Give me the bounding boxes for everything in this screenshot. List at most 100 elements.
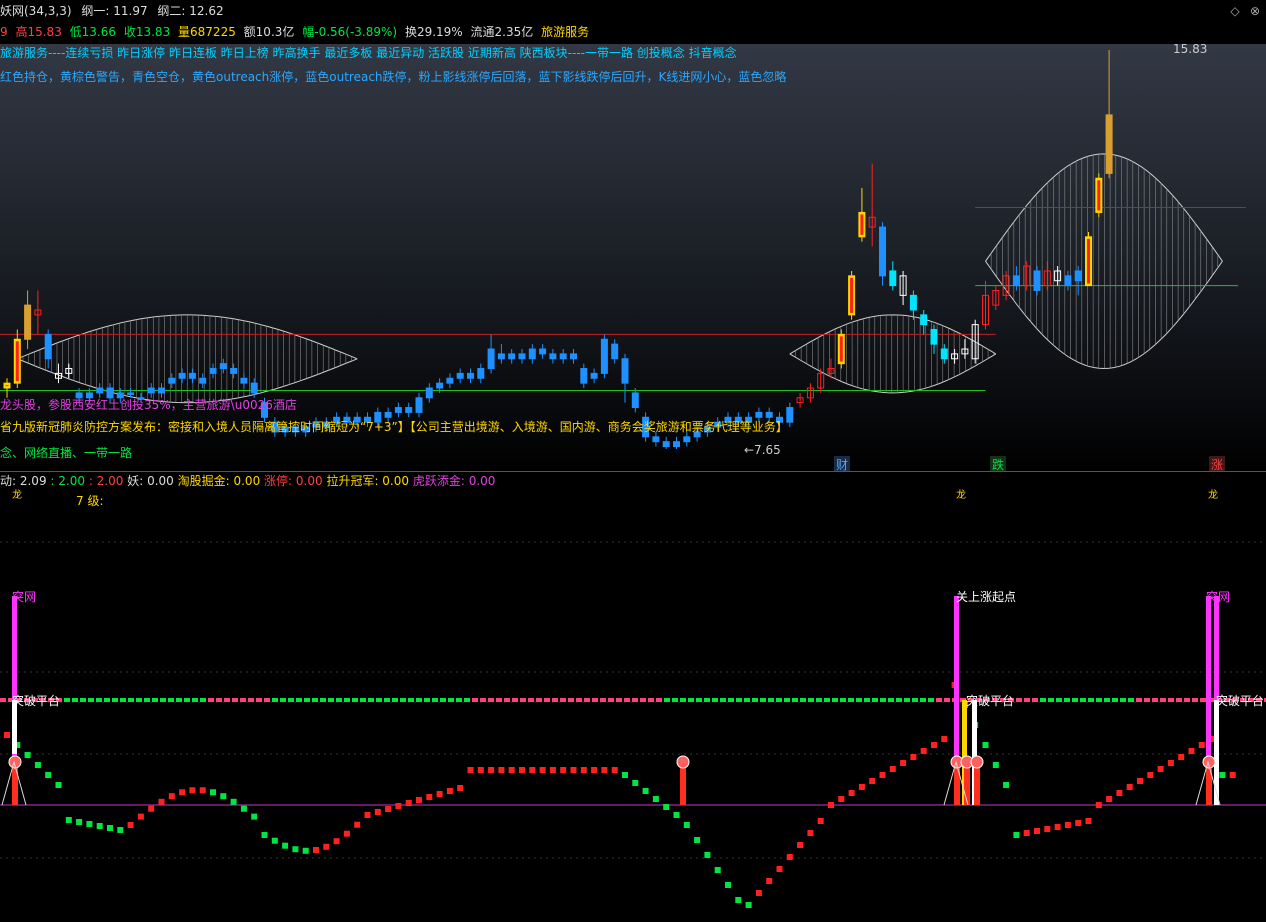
osc-bar — [673, 812, 680, 818]
platform-segment — [856, 698, 862, 702]
platform-segment — [536, 698, 542, 702]
platform-segment — [1184, 698, 1190, 702]
platform-segment — [528, 698, 534, 702]
platform-segment — [928, 698, 934, 702]
gang1-value: 纲一: 11.97 — [81, 4, 148, 18]
platform-segment — [672, 698, 678, 702]
osc-bar — [65, 817, 72, 823]
platform-segment — [200, 698, 206, 702]
platform-segment — [1096, 698, 1102, 702]
candle — [889, 270, 897, 287]
pin-stem — [12, 764, 18, 805]
candle — [497, 353, 505, 360]
osc-bar — [1106, 796, 1113, 802]
platform-segment — [80, 698, 86, 702]
platform-segment — [192, 698, 198, 702]
osc-bar — [477, 767, 484, 773]
platform-segment — [144, 698, 150, 702]
platform-segment — [488, 698, 494, 702]
tupo-label-2: 突破平台 — [966, 694, 1015, 708]
dong-value: 动: 2.09 — [0, 474, 47, 488]
candle — [158, 387, 165, 394]
platform-segment — [496, 698, 502, 702]
yao-value: 妖: 0.00 — [127, 474, 174, 488]
platform-segment — [1080, 698, 1086, 702]
osc-bar — [776, 866, 783, 872]
platform-segment — [96, 698, 102, 702]
indicator-title: 妖网(34,3,3) — [0, 4, 72, 18]
indicator-panel[interactable]: 动: 2.09 : 2.00 : 2.00 妖: 0.00 淘股掘金: 0.00… — [0, 472, 1266, 922]
candle — [621, 358, 629, 384]
platform-segment — [640, 698, 646, 702]
osc-bar — [838, 796, 845, 802]
osc-bar — [137, 813, 144, 820]
platform-segment — [272, 698, 278, 702]
candle — [425, 387, 433, 399]
tuwang-label-2: 突网 — [1206, 590, 1231, 604]
platform-segment — [72, 698, 78, 702]
platform-segment — [584, 698, 590, 702]
candle — [528, 348, 536, 360]
platform-segment — [896, 698, 902, 702]
osc-bar — [1137, 778, 1143, 784]
platform-segment — [136, 698, 142, 702]
platform-segment — [872, 698, 878, 702]
osc-bar — [498, 767, 505, 773]
platform-segment — [160, 698, 166, 702]
long-mark-3: 龙 — [1208, 490, 1218, 501]
osc-bar — [76, 819, 83, 825]
platform-segment — [344, 698, 350, 702]
osc-bar — [45, 772, 52, 778]
osc-bar — [560, 767, 567, 773]
osc-bar — [343, 830, 350, 837]
platform-segment — [416, 698, 422, 702]
platform-segment — [248, 698, 254, 702]
osc-bar — [683, 822, 690, 828]
candle — [199, 377, 207, 384]
platform-segment — [912, 698, 918, 702]
candle — [765, 411, 773, 418]
osc-bar — [549, 767, 556, 773]
signal-tupo-3 — [1214, 700, 1219, 805]
osc-bar — [251, 813, 258, 820]
diamond-icon[interactable]: ◇ — [1228, 4, 1242, 18]
platform-segment — [656, 698, 662, 702]
platform-segment — [768, 698, 774, 702]
osc-bar — [168, 793, 175, 800]
quote-volume: 量687225 — [178, 25, 236, 39]
osc-bar — [1054, 824, 1061, 830]
v3-value: : 2.00 — [88, 474, 124, 488]
osc-bar — [271, 837, 278, 844]
platform-segment — [88, 698, 94, 702]
close-icon[interactable]: ⊗ — [1248, 4, 1262, 18]
platform-segment — [832, 698, 838, 702]
osc-bar — [148, 805, 155, 812]
platform-segment — [352, 698, 358, 702]
osc-bar — [1044, 826, 1051, 832]
platform-segment — [944, 698, 950, 702]
platform-segment — [592, 698, 598, 702]
platform-segment — [784, 698, 790, 702]
platform-segment — [64, 698, 70, 702]
platform-segment — [456, 698, 462, 702]
osc-bar — [240, 805, 247, 812]
osc-bar — [858, 784, 865, 790]
osc-bar — [848, 790, 855, 796]
candle — [559, 353, 567, 360]
v2-value: : 2.00 — [50, 474, 85, 488]
platform-segment — [920, 698, 926, 702]
platform-segment — [776, 698, 782, 702]
platform-segment — [1136, 698, 1142, 702]
tupo-label-1: 突破平台 — [12, 694, 61, 708]
platform-segment — [0, 698, 6, 702]
platform-segment — [328, 698, 334, 702]
platform-segment — [1120, 698, 1126, 702]
price-chart-panel[interactable]: 旅游服务----连续亏损 昨日涨停 昨日连板 昨日上榜 昨高换手 最近多板 最近… — [0, 42, 1266, 473]
platform-segment — [728, 698, 734, 702]
platform-segment — [296, 698, 302, 702]
candle — [652, 436, 660, 443]
candle — [1105, 114, 1113, 174]
quote-prefix: 9 — [0, 25, 8, 39]
osc-bar — [539, 767, 546, 773]
candle — [477, 368, 485, 379]
